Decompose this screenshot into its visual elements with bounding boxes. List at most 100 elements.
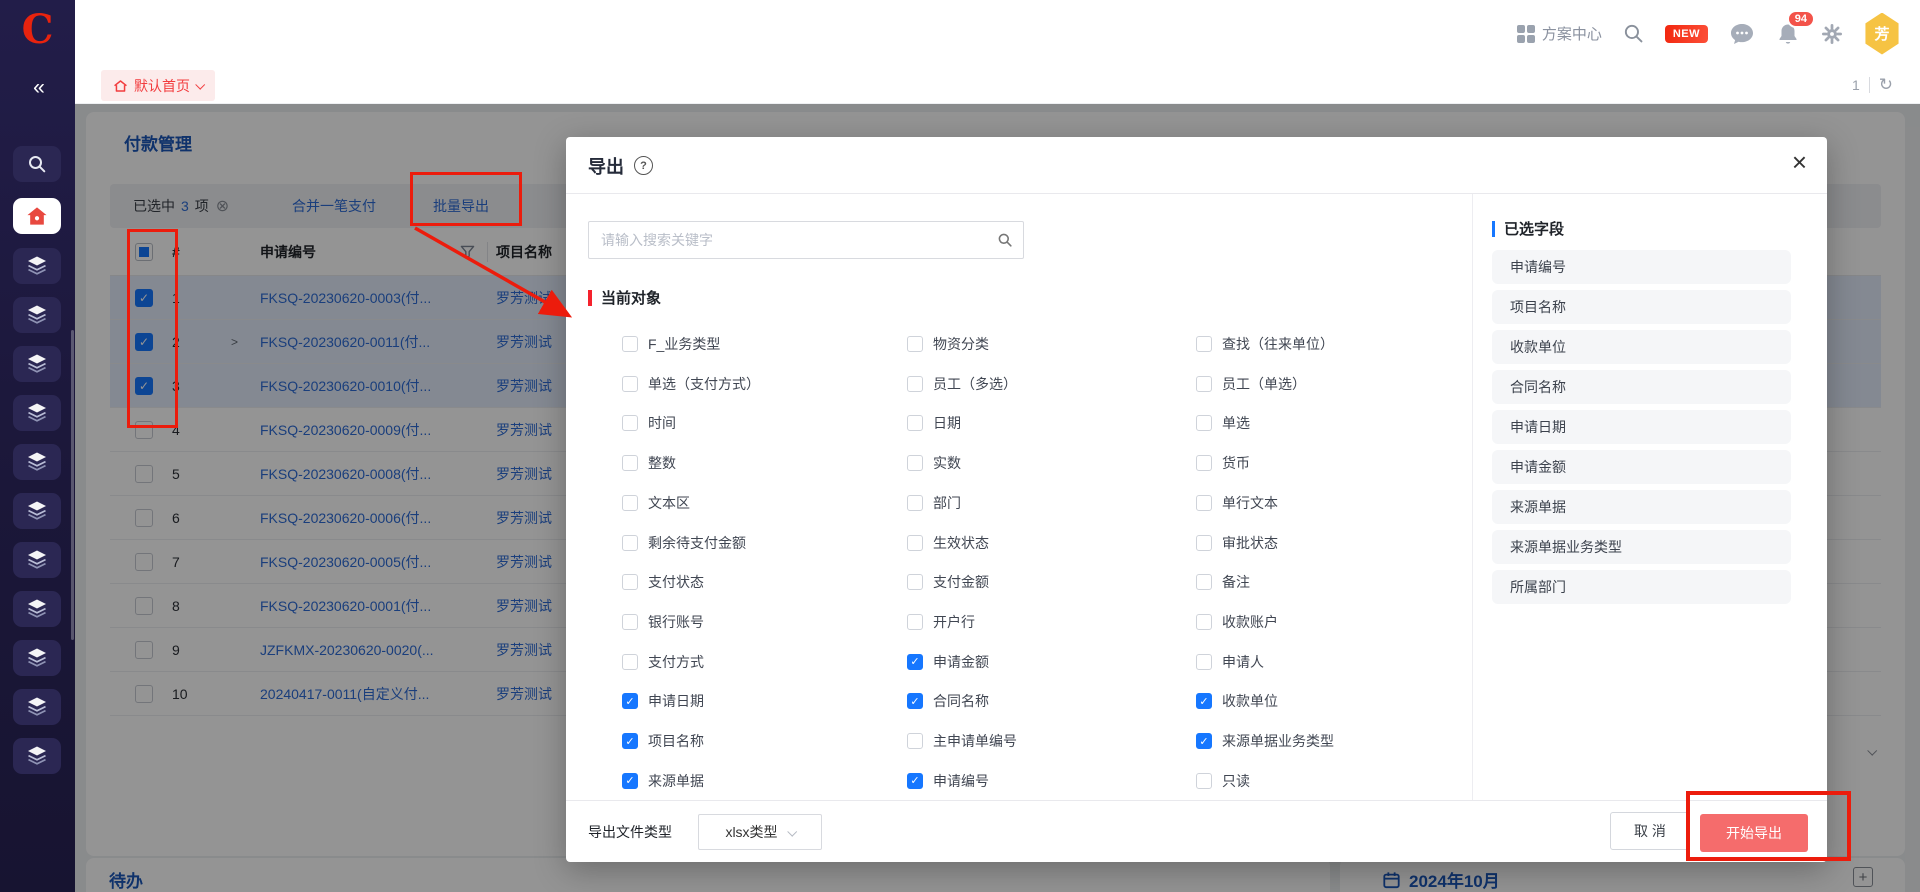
sidebar-menu-item[interactable] xyxy=(13,248,61,284)
sidebar-search-button[interactable] xyxy=(13,146,61,182)
export-field-option[interactable]: 日期 xyxy=(907,413,961,433)
field-checkbox[interactable]: ✓ xyxy=(622,773,638,789)
refresh-icon[interactable]: ↻ xyxy=(1879,75,1893,95)
selected-field-pill[interactable]: 所属部门 xyxy=(1492,570,1791,604)
field-checkbox[interactable] xyxy=(622,495,638,511)
export-field-option[interactable]: 申请人 xyxy=(1196,652,1264,672)
selected-field-pill[interactable]: 收款单位 xyxy=(1492,330,1791,364)
field-checkbox[interactable] xyxy=(907,336,923,352)
export-field-option[interactable]: 审批状态 xyxy=(1196,533,1278,553)
field-checkbox[interactable] xyxy=(907,733,923,749)
field-checkbox[interactable] xyxy=(907,535,923,551)
gear-icon[interactable] xyxy=(1821,23,1843,45)
field-checkbox[interactable]: ✓ xyxy=(1196,733,1212,749)
export-field-option[interactable]: 时间 xyxy=(622,413,676,433)
export-field-option[interactable]: 生效状态 xyxy=(907,533,989,553)
export-field-option[interactable]: ✓申请金额 xyxy=(907,652,989,672)
export-field-option[interactable]: 单选（支付方式） xyxy=(622,374,760,394)
field-checkbox[interactable] xyxy=(907,574,923,590)
field-checkbox[interactable] xyxy=(1196,773,1212,789)
cancel-button[interactable]: 取 消 xyxy=(1610,812,1690,850)
export-field-option[interactable]: 主申请单编号 xyxy=(907,731,1017,751)
sidebar-menu-item[interactable] xyxy=(13,542,61,578)
export-field-option[interactable]: ✓项目名称 xyxy=(622,731,704,751)
field-checkbox[interactable]: ✓ xyxy=(622,733,638,749)
export-field-option[interactable]: ✓收款单位 xyxy=(1196,691,1278,711)
export-field-option[interactable]: 支付状态 xyxy=(622,572,704,592)
field-checkbox[interactable] xyxy=(1196,415,1212,431)
field-checkbox[interactable] xyxy=(1196,376,1212,392)
search-icon[interactable] xyxy=(1623,23,1644,44)
field-checkbox[interactable] xyxy=(907,455,923,471)
sidebar-home-button[interactable] xyxy=(13,198,61,234)
avatar[interactable]: 芳 xyxy=(1864,13,1900,55)
sidebar-scrollbar[interactable] xyxy=(71,330,74,640)
export-field-option[interactable]: 只读 xyxy=(1196,771,1250,791)
field-checkbox[interactable] xyxy=(622,415,638,431)
export-field-option[interactable]: 实数 xyxy=(907,453,961,473)
sidebar-menu-item[interactable] xyxy=(13,395,61,431)
export-field-option[interactable]: 文本区 xyxy=(622,493,690,513)
field-checkbox[interactable]: ✓ xyxy=(1196,693,1212,709)
field-checkbox[interactable] xyxy=(907,376,923,392)
field-checkbox[interactable] xyxy=(1196,654,1212,670)
export-field-option[interactable]: 银行账号 xyxy=(622,612,704,632)
export-field-option[interactable]: ✓申请编号 xyxy=(907,771,989,791)
field-checkbox[interactable] xyxy=(622,535,638,551)
field-checkbox[interactable] xyxy=(1196,574,1212,590)
export-field-option[interactable]: 备注 xyxy=(1196,572,1250,592)
sidebar-menu-item[interactable] xyxy=(13,297,61,333)
app-logo[interactable]: C xyxy=(0,6,75,53)
export-field-option[interactable]: 部门 xyxy=(907,493,961,513)
export-field-option[interactable]: 员工（多选） xyxy=(907,374,1017,394)
field-checkbox[interactable] xyxy=(907,495,923,511)
selected-field-pill[interactable]: 申请日期 xyxy=(1492,410,1791,444)
scheme-center-button[interactable]: 方案中心 xyxy=(1517,23,1602,44)
export-field-option[interactable]: 剩余待支付金额 xyxy=(622,533,746,553)
export-field-option[interactable]: 收款账户 xyxy=(1196,612,1278,632)
tab-default-home[interactable]: 默认首页 xyxy=(101,70,215,101)
field-checkbox[interactable] xyxy=(907,614,923,630)
field-checkbox[interactable]: ✓ xyxy=(907,773,923,789)
field-checkbox[interactable] xyxy=(1196,336,1212,352)
export-field-option[interactable]: 货币 xyxy=(1196,453,1250,473)
start-export-button[interactable]: 开始导出 xyxy=(1700,814,1808,852)
new-badge[interactable]: NEW xyxy=(1665,25,1708,43)
sidebar-menu-item[interactable] xyxy=(13,493,61,529)
export-field-option[interactable]: F_业务类型 xyxy=(622,334,720,354)
export-field-option[interactable]: ✓来源单据业务类型 xyxy=(1196,731,1334,751)
export-field-option[interactable]: 支付金额 xyxy=(907,572,989,592)
field-checkbox[interactable] xyxy=(1196,614,1212,630)
export-field-option[interactable]: 整数 xyxy=(622,453,676,473)
field-checkbox[interactable] xyxy=(907,415,923,431)
selected-field-pill[interactable]: 申请金额 xyxy=(1492,450,1791,484)
field-checkbox[interactable] xyxy=(1196,455,1212,471)
field-checkbox[interactable]: ✓ xyxy=(907,654,923,670)
export-field-option[interactable]: 单行文本 xyxy=(1196,493,1278,513)
sidebar-menu-item[interactable] xyxy=(13,640,61,676)
field-checkbox[interactable] xyxy=(622,654,638,670)
close-icon[interactable]: × xyxy=(1792,149,1807,175)
selected-field-pill[interactable]: 合同名称 xyxy=(1492,370,1791,404)
export-field-option[interactable]: 支付方式 xyxy=(622,652,704,672)
sidebar-menu-item[interactable] xyxy=(13,738,61,774)
export-field-option[interactable]: ✓申请日期 xyxy=(622,691,704,711)
field-checkbox[interactable]: ✓ xyxy=(907,693,923,709)
selected-field-pill[interactable]: 项目名称 xyxy=(1492,290,1791,324)
chat-icon[interactable] xyxy=(1729,22,1755,46)
field-checkbox[interactable] xyxy=(622,574,638,590)
selected-field-pill[interactable]: 来源单据 xyxy=(1492,490,1791,524)
field-checkbox[interactable] xyxy=(622,336,638,352)
collapse-sidebar-button[interactable]: « xyxy=(0,76,75,100)
sidebar-menu-item[interactable] xyxy=(13,346,61,382)
sidebar-menu-item[interactable] xyxy=(13,444,61,480)
export-field-option[interactable]: ✓来源单据 xyxy=(622,771,704,791)
export-field-option[interactable]: 员工（单选） xyxy=(1196,374,1306,394)
selected-field-pill[interactable]: 来源单据业务类型 xyxy=(1492,530,1791,564)
selected-field-pill[interactable]: 申请编号 xyxy=(1492,250,1791,284)
field-checkbox[interactable]: ✓ xyxy=(622,693,638,709)
field-checkbox[interactable] xyxy=(1196,535,1212,551)
notifications-button[interactable]: 94 xyxy=(1776,22,1800,46)
export-field-option[interactable]: 单选 xyxy=(1196,413,1250,433)
field-checkbox[interactable] xyxy=(622,614,638,630)
